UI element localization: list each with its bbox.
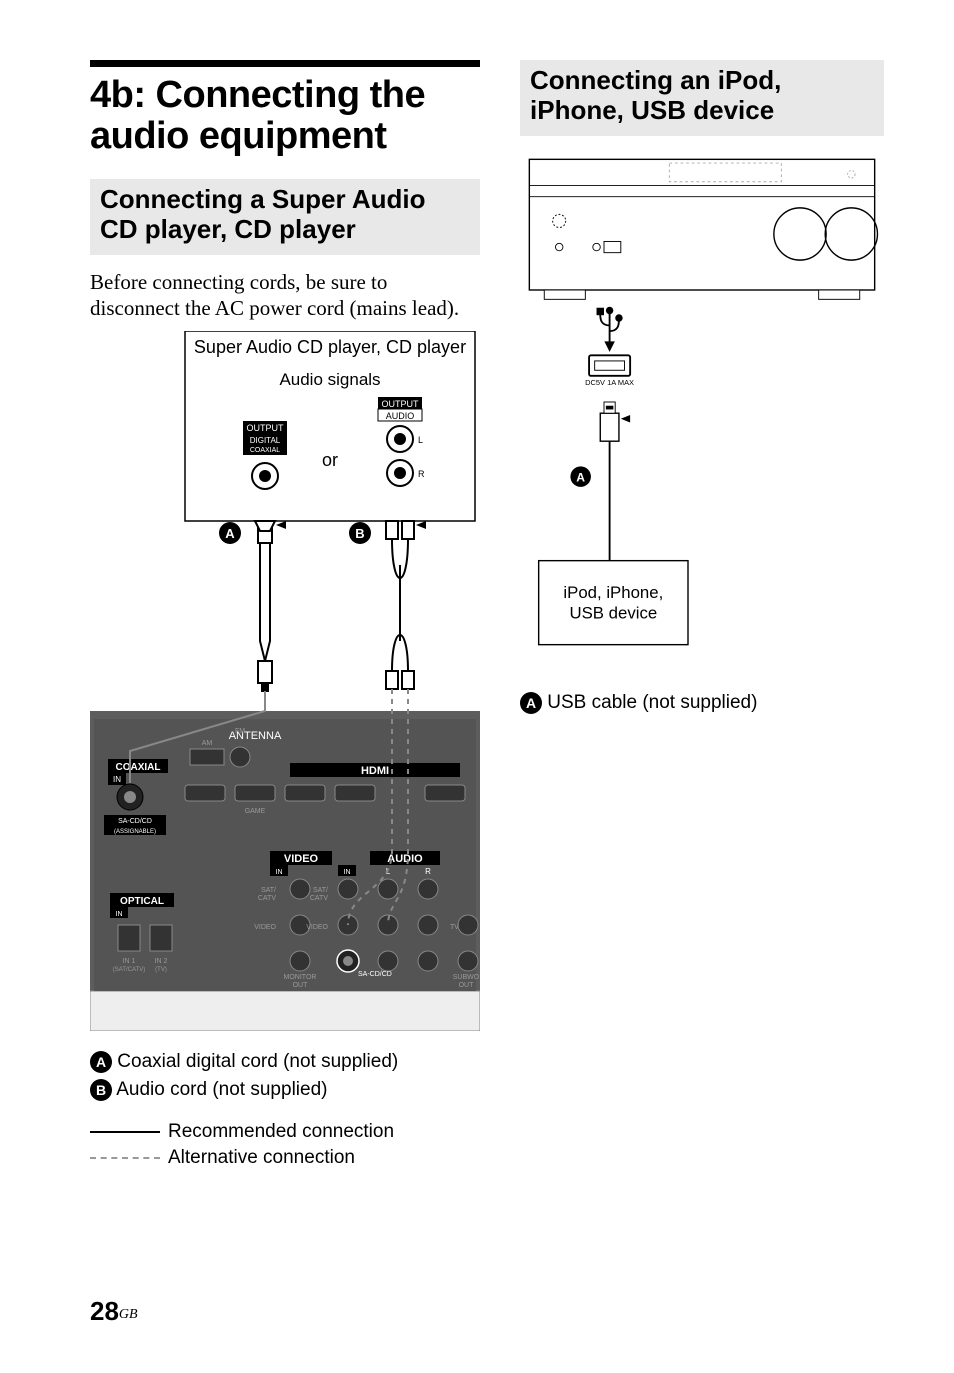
back-am-label: AM [202,740,213,747]
main-heading: 4b: Connecting the audio equipment [90,75,480,157]
legend-recommended: Recommended connection [90,1121,480,1143]
back-opt-in1: IN 1 [123,958,136,965]
digital-label: DIGITAL [250,436,281,445]
left-subsection-heading: Connecting a Super Audio CD player, CD p… [90,179,480,255]
back-optical-label: OPTICAL [120,896,164,907]
jack-R: R [418,469,425,479]
back-R: R [425,867,431,876]
key-badge-a: A [90,1051,112,1073]
back-in-label-3: IN [344,869,351,876]
right-key-badge-a: A [520,692,542,714]
left-column: 4b: Connecting the audio equipment Conne… [90,60,480,1169]
output-audio-label: AUDIO [386,411,415,421]
back-monitor: MONITOR [284,974,317,981]
page-number-value: 28 [90,1296,119,1326]
left-subsection-title: Connecting a Super Audio CD player, CD p… [100,185,470,245]
back-coaxial-label: COAXIAL [116,762,161,773]
back-video2: VIDEO [254,924,276,931]
right-diagram-badge-a: A [576,470,585,484]
back-sat: SAT/ [261,887,276,894]
or-label: or [322,450,338,470]
page-region: GB [119,1307,138,1322]
legend-alternative: Alternative connection [90,1147,480,1169]
output-label-1: OUTPUT [382,399,420,409]
left-legend-keys: A Coaxial digital cord (not supplied) B … [90,1048,480,1103]
back-in-label-2: IN [276,869,283,876]
right-key-text-a: USB cable (not supplied) [547,692,757,713]
back-tv: TV [450,924,459,931]
key-text-b: Audio cord (not supplied) [116,1079,327,1100]
back-hdmi-label: HDMI [361,765,389,777]
manual-page: 4b: Connecting the audio equipment Conne… [0,0,954,1373]
diagram-badge-a: A [225,526,235,541]
source-device-label: Super Audio CD player, CD player [194,337,466,357]
right-legend-key: A USB cable (not supplied) [520,689,884,717]
back-sacd-label: SA-CD/CD [118,818,152,825]
back-sat2: SAT/ [313,887,328,894]
back-video-label: VIDEO [284,853,319,865]
back-catv2: CATV [310,895,328,902]
right-subsection-heading: Connecting an iPod, iPhone, USB device [520,60,884,136]
left-body-text: Before connecting cords, be sure to disc… [90,269,480,322]
coaxial-small-label: COAXIAL [250,447,280,454]
back-hdmi-game: GAME [245,808,266,815]
jack-L: L [418,435,423,445]
back-opt-in1b: (SAT/CATV) [113,967,145,973]
back-in-label: IN [113,775,121,784]
usb-trident-icon [597,308,621,350]
key-badge-b: B [90,1079,112,1101]
back-sacd-audio: SA-CD/CD [358,971,392,978]
legend-recommended-text: Recommended connection [168,1121,394,1143]
title-rule [90,60,480,67]
page-number: 28GB [90,1296,138,1327]
solid-line-icon [90,1131,160,1133]
back-opt-in2: IN 2 [155,958,168,965]
back-audio-label: AUDIO [387,853,423,865]
legend-alternative-text: Alternative connection [168,1147,355,1169]
right-subsection-title: Connecting an iPod, iPhone, USB device [530,66,874,126]
two-column-layout: 4b: Connecting the audio equipment Conne… [90,60,884,1169]
key-text-a: Coaxial digital cord (not supplied) [117,1051,398,1072]
back-fm-label: FM [235,728,245,735]
output-label-2: OUTPUT [247,423,285,433]
back-subwo: SUBWO [453,974,480,981]
left-connection-diagram: Super Audio CD player, CD player Audio s… [90,331,480,1031]
usb-port-label: DC5V 1A MAX [585,378,634,387]
back-assignable-label: (ASSIGNABLE) [114,829,156,835]
back-video3: VIDEO [306,924,328,931]
diagram-badge-b: B [355,526,364,541]
ipod-box-line1: iPod, iPhone, [563,583,663,602]
dashed-line-icon [90,1157,160,1159]
back-optical-in: IN [116,911,123,918]
back-subwo-out: OUT [459,982,475,989]
back-monitor-out: OUT [293,982,309,989]
audio-signals-label: Audio signals [279,370,380,389]
right-connection-diagram: DC5V 1A MAX A iPod, iPhone, USB device [520,150,884,673]
right-column: Connecting an iPod, iPhone, USB device [520,60,884,1169]
ipod-box-line2: USB device [569,603,657,622]
back-opt-in2b: (TV) [155,967,167,973]
back-catv: CATV [258,895,276,902]
